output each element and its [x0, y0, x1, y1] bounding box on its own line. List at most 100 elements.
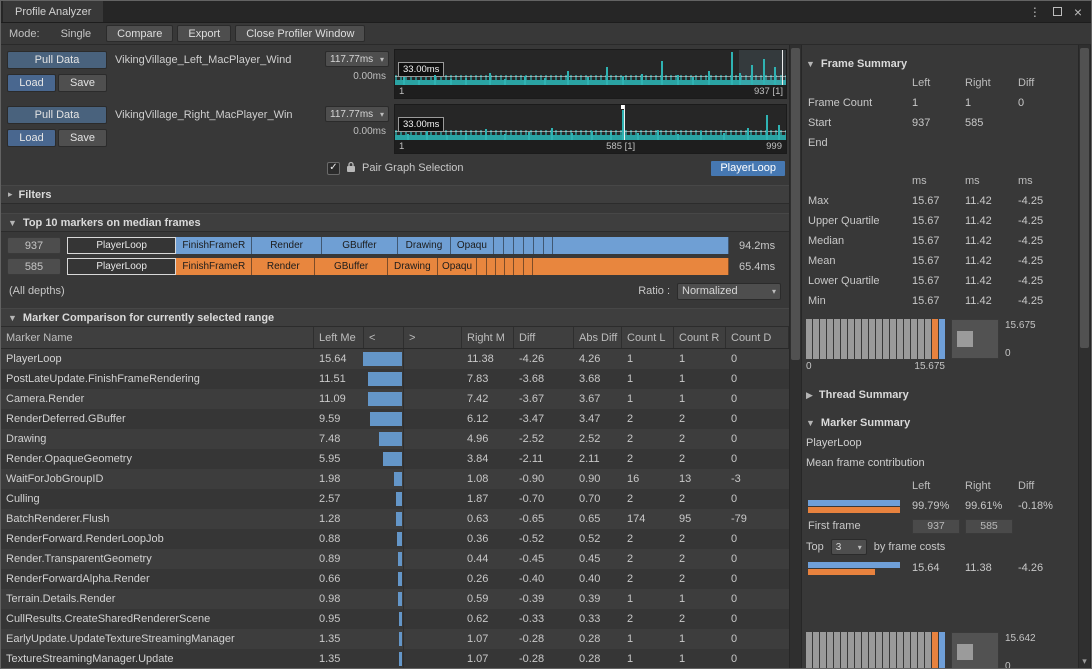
save-button-left[interactable]: Save	[58, 74, 107, 92]
column-header[interactable]: Count L	[622, 327, 674, 348]
column-header[interactable]: Diff	[514, 327, 574, 348]
marker-segment[interactable]	[514, 237, 524, 254]
summary-scrollbar[interactable]: ▾	[1078, 45, 1091, 668]
marker-segment[interactable]: Drawing	[398, 237, 451, 254]
marker-segment[interactable]	[477, 258, 486, 275]
marker-segment[interactable]	[487, 258, 496, 275]
table-row[interactable]: TextureStreamingManager.Update1.351.07-0…	[1, 649, 789, 668]
marker-segment[interactable]: PlayerLoop	[67, 258, 176, 275]
range-dropdown-left[interactable]: 117.77ms ▾	[325, 51, 389, 67]
table-row[interactable]: Terrain.Details.Render0.980.59-0.390.391…	[1, 589, 789, 609]
table-row[interactable]: RenderForward.RenderLoopJob0.880.36-0.52…	[1, 529, 789, 549]
marker-segment[interactable]	[553, 237, 728, 254]
first-frame-left-button[interactable]: 937	[912, 519, 960, 534]
marker-segment[interactable]: PlayerLoop	[67, 237, 176, 254]
waveform-spike	[465, 78, 467, 85]
ratio-dropdown[interactable]: Normalized ▾	[677, 283, 781, 300]
graph-plot-area-right[interactable]: 33.00ms	[395, 105, 786, 140]
thread-summary-header[interactable]: ▶ Thread Summary	[806, 386, 1078, 404]
table-row[interactable]: CullResults.CreateSharedRendererScene0.9…	[1, 609, 789, 629]
column-header[interactable]: Abs Diff	[574, 327, 622, 348]
marker-segment[interactable]	[494, 237, 504, 254]
filters-section-header[interactable]: ▸ Filters	[1, 185, 789, 204]
load-button-left[interactable]: Load	[7, 74, 56, 92]
main-scrollbar[interactable]	[789, 45, 802, 668]
frame-index-chip[interactable]: 937	[7, 237, 61, 254]
histogram-bar	[883, 319, 889, 359]
marker-segment[interactable]	[505, 258, 514, 275]
table-row[interactable]: PlayerLoop15.6411.38-4.264.26110	[1, 349, 789, 369]
pull-data-button-left[interactable]: Pull Data	[7, 51, 107, 69]
close-profiler-window-button[interactable]: Close Profiler Window	[235, 25, 365, 42]
marker-segment[interactable]	[524, 237, 534, 254]
export-button[interactable]: Export	[177, 25, 231, 42]
marker-summary-header[interactable]: ▼ Marker Summary	[806, 414, 1078, 432]
column-header[interactable]: Count R	[674, 327, 726, 348]
marker-segment[interactable]: GBuffer	[322, 237, 398, 254]
top-n-dropdown[interactable]: 3 ▾	[831, 539, 867, 555]
column-header[interactable]: Marker Name	[1, 327, 314, 348]
marker-segment[interactable]	[544, 237, 554, 254]
menu-icon[interactable]: ⋮	[1029, 5, 1041, 19]
frame-time-graph-right[interactable]: 33.00ms 1 585 [1] 999	[394, 104, 787, 154]
first-frame-right-button[interactable]: 585	[965, 519, 1013, 534]
selected-marker-chip[interactable]: PlayerLoop	[711, 161, 785, 176]
marker-segment[interactable]	[524, 258, 533, 275]
marker-segment[interactable]: Render	[252, 258, 315, 275]
column-header[interactable]: Right M	[462, 327, 514, 348]
column-header[interactable]: >	[404, 327, 462, 348]
marker-segment[interactable]: Opaqu	[438, 258, 478, 275]
column-header[interactable]: Count D	[726, 327, 789, 348]
load-button-right[interactable]: Load	[7, 129, 56, 147]
selected-marker-name: PlayerLoop	[806, 434, 1078, 452]
table-row[interactable]: EarlyUpdate.UpdateTextureStreamingManage…	[1, 629, 789, 649]
marker-segment[interactable]: FinishFrameR	[176, 258, 252, 275]
range-dropdown-right[interactable]: 117.77ms ▾	[325, 106, 389, 122]
marker-segment[interactable]	[514, 258, 523, 275]
marker-segment[interactable]: FinishFrameR	[176, 237, 252, 254]
table-row[interactable]: Culling2.571.87-0.700.70220	[1, 489, 789, 509]
frame-index-chip[interactable]: 585	[7, 258, 61, 275]
filters-title: Filters	[19, 189, 52, 201]
marker-segment[interactable]: Drawing	[388, 258, 438, 275]
selection-line	[782, 50, 783, 85]
column-header[interactable]: <	[364, 327, 404, 348]
marker-segment[interactable]	[533, 258, 729, 275]
close-icon[interactable]: ×	[1074, 5, 1082, 19]
table-row[interactable]: PostLateUpdate.FinishFrameRendering11.51…	[1, 369, 789, 389]
pull-data-button-right[interactable]: Pull Data	[7, 106, 107, 124]
scroll-down-icon[interactable]: ▾	[1079, 656, 1090, 667]
top-markers-section-header[interactable]: ▼ Top 10 markers on median frames	[1, 213, 789, 232]
table-row[interactable]: Camera.Render11.097.42-3.673.67110	[1, 389, 789, 409]
frame-summary-header[interactable]: ▼ Frame Summary	[806, 55, 1078, 73]
marker-segment[interactable]: Opaqu	[451, 237, 494, 254]
frame-time-graph-left[interactable]: 33.00ms 1 937 [1]	[394, 49, 787, 99]
count-diff-cell: 0	[726, 533, 789, 545]
marker-segment[interactable]	[504, 237, 514, 254]
tab-profile-analyzer[interactable]: Profile Analyzer	[3, 1, 103, 22]
marker-segment[interactable]: Render	[252, 237, 322, 254]
count-diff-cell: 0	[726, 493, 789, 505]
pair-graph-checkbox[interactable]: ✓	[327, 162, 340, 175]
mode-compare-button[interactable]: Compare	[106, 25, 173, 42]
comparison-section-header[interactable]: ▼ Marker Comparison for currently select…	[1, 308, 789, 327]
mode-single-button[interactable]: Single	[50, 25, 103, 42]
column-header[interactable]: Left Me	[314, 327, 364, 348]
save-button-right[interactable]: Save	[58, 129, 107, 147]
marker-segment[interactable]	[534, 237, 544, 254]
maximize-icon[interactable]	[1053, 7, 1062, 16]
lock-icon[interactable]	[346, 161, 356, 176]
table-row[interactable]: RenderForwardAlpha.Render0.660.26-0.400.…	[1, 569, 789, 589]
table-row[interactable]: BatchRenderer.Flush1.280.63-0.650.651749…	[1, 509, 789, 529]
table-row[interactable]: WaitForJobGroupID1.981.08-0.900.901613-3	[1, 469, 789, 489]
graph-plot-area-left[interactable]: 33.00ms	[395, 50, 786, 85]
table-row[interactable]: RenderDeferred.GBuffer9.596.12-3.473.472…	[1, 409, 789, 429]
waveform-spike	[544, 78, 546, 85]
scrollbar-thumb[interactable]	[1080, 48, 1089, 348]
table-row[interactable]: Render.TransparentGeometry0.890.44-0.450…	[1, 549, 789, 569]
table-row[interactable]: Render.OpaqueGeometry5.953.84-2.112.1122…	[1, 449, 789, 469]
marker-segment[interactable]	[496, 258, 505, 275]
scrollbar-thumb[interactable]	[791, 48, 800, 360]
table-row[interactable]: Drawing7.484.96-2.522.52220	[1, 429, 789, 449]
marker-segment[interactable]: GBuffer	[315, 258, 388, 275]
